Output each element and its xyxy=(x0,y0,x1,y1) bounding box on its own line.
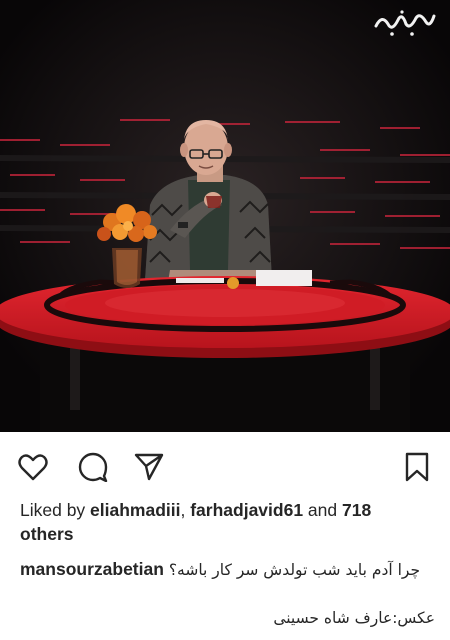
watermark-logo xyxy=(372,8,436,38)
papers xyxy=(176,278,224,283)
white-box xyxy=(256,270,312,286)
share-icon[interactable] xyxy=(132,450,166,484)
likes-count[interactable]: 718 xyxy=(342,500,371,520)
likes-summary: Liked by eliahmadiii, farhadjavid61 and … xyxy=(20,498,435,546)
caption-username[interactable]: mansourzabetian xyxy=(20,559,164,579)
heart-icon[interactable] xyxy=(16,450,50,484)
comment-icon[interactable] xyxy=(76,450,110,484)
likes-prefix: Liked by xyxy=(20,500,91,520)
liked-by-user[interactable]: eliahmadiii xyxy=(90,500,180,520)
likes-conjunction: and xyxy=(303,500,342,520)
action-bar xyxy=(0,432,450,498)
red-table xyxy=(0,276,450,432)
studio-scene xyxy=(0,0,450,432)
bookmark-icon[interactable] xyxy=(400,450,434,484)
likes-others[interactable]: others xyxy=(20,524,73,544)
likes-separator: , xyxy=(180,500,191,520)
caption-text: چرا آدم باید شب تولدش سر کار باشه؟ xyxy=(168,561,421,579)
photo-credit: عکس:عارف شاه حسینی xyxy=(273,609,435,627)
caption: mansourzabetian چرا آدم باید شب تولدش سر… xyxy=(20,556,435,583)
post-photo[interactable] xyxy=(0,0,450,432)
liked-by-user[interactable]: farhadjavid61 xyxy=(190,500,303,520)
small-flower xyxy=(227,277,239,289)
